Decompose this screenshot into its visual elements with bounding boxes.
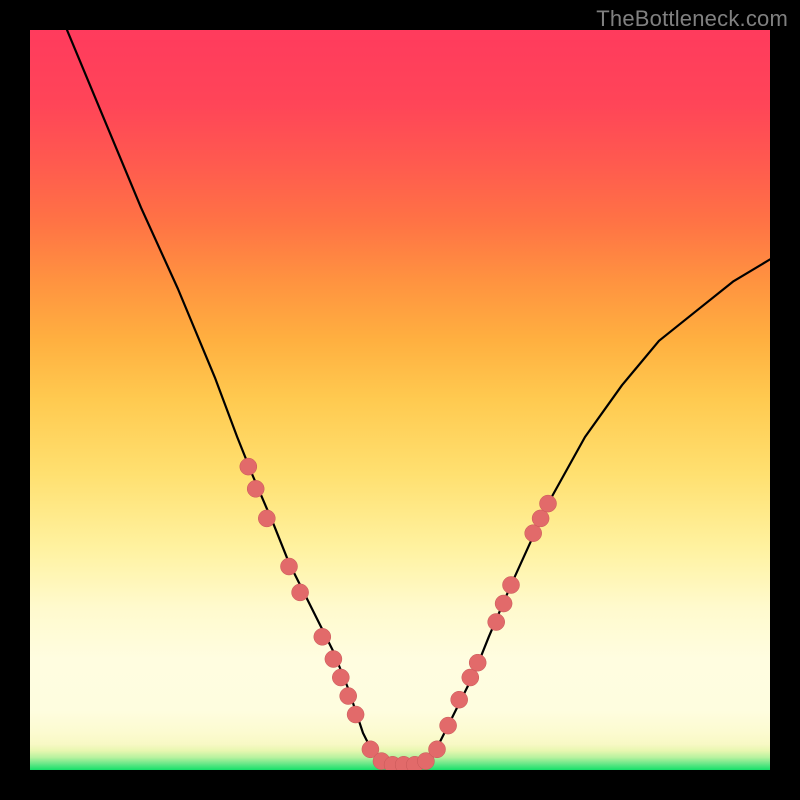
marker-dot	[292, 584, 309, 601]
marker-dot	[451, 691, 468, 708]
outer-frame: TheBottleneck.com	[0, 0, 800, 800]
marker-dot	[314, 628, 331, 645]
marker-dot	[495, 595, 512, 612]
marker-dot	[325, 651, 342, 668]
marker-dot	[440, 717, 457, 734]
chart-svg	[30, 30, 770, 770]
marker-dot	[332, 669, 349, 686]
bottleneck-curve	[67, 30, 770, 766]
marker-dot	[525, 525, 542, 542]
marker-dot	[240, 458, 257, 475]
marker-dot	[247, 480, 264, 497]
marker-dot	[429, 741, 446, 758]
marker-dots	[240, 458, 557, 770]
marker-dot	[540, 495, 557, 512]
marker-dot	[532, 510, 549, 527]
plot-area	[30, 30, 770, 770]
marker-dot	[488, 614, 505, 631]
marker-dot	[258, 510, 275, 527]
marker-dot	[503, 577, 520, 594]
marker-dot	[340, 688, 357, 705]
marker-dot	[462, 669, 479, 686]
marker-dot	[281, 558, 298, 575]
marker-dot	[469, 654, 486, 671]
watermark-label: TheBottleneck.com	[596, 6, 788, 32]
marker-dot	[347, 706, 364, 723]
